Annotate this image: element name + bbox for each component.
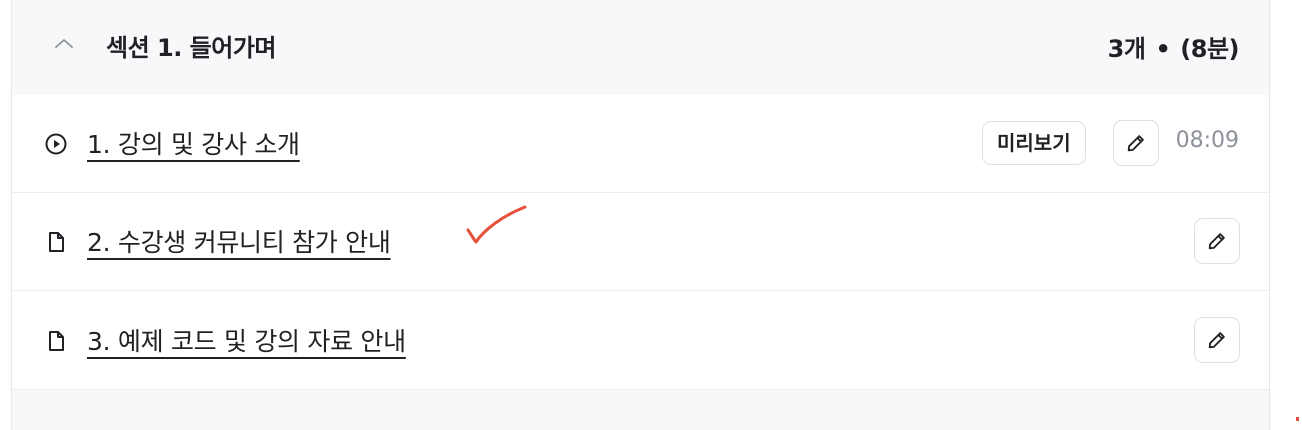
pencil-icon xyxy=(1127,135,1144,152)
section-header[interactable]: 섹션 1. 들어가며 3개 • (8분) xyxy=(12,0,1269,95)
lecture-row-3: 3. 예제 코드 및 강의 자료 안내 xyxy=(12,292,1269,390)
pencil-icon xyxy=(1208,233,1225,250)
lecture-row-1: 1. 강의 및 강사 소개 미리보기 08:09 xyxy=(12,95,1269,193)
section-footer xyxy=(12,390,1269,430)
annotation-dot xyxy=(1296,417,1299,421)
lecture-title[interactable]: 3. 예제 코드 및 강의 자료 안내 xyxy=(87,322,406,358)
chevron-up-icon[interactable] xyxy=(52,32,76,56)
lecture-title[interactable]: 1. 강의 및 강사 소개 xyxy=(87,125,300,161)
lecture-duration: 08:09 xyxy=(1175,128,1239,153)
edit-button[interactable] xyxy=(1113,120,1159,166)
pencil-icon xyxy=(1208,332,1225,349)
lecture-title[interactable]: 2. 수강생 커뮤니티 참가 안내 xyxy=(87,223,391,259)
section-duration: (8분) xyxy=(1180,35,1239,63)
section-title: 섹션 1. 들어가며 xyxy=(106,34,277,62)
meta-separator: • xyxy=(1155,35,1171,63)
curriculum-panel: 섹션 1. 들어가며 3개 • (8분) 1. 강의 및 강사 소개 미리보기 08… xyxy=(11,0,1270,430)
document-icon xyxy=(44,329,68,353)
edit-button[interactable] xyxy=(1194,218,1240,264)
check-mark-annotation xyxy=(466,205,527,244)
lecture-row-2: 2. 수강생 커뮤니티 참가 안내 xyxy=(12,193,1269,291)
preview-button[interactable]: 미리보기 xyxy=(982,121,1086,165)
section-meta: 3개 • (8분) xyxy=(1107,29,1240,64)
edit-button[interactable] xyxy=(1194,317,1240,363)
play-circle-icon xyxy=(44,132,68,156)
section-lecture-count: 3개 xyxy=(1107,35,1146,63)
document-icon xyxy=(44,230,68,254)
